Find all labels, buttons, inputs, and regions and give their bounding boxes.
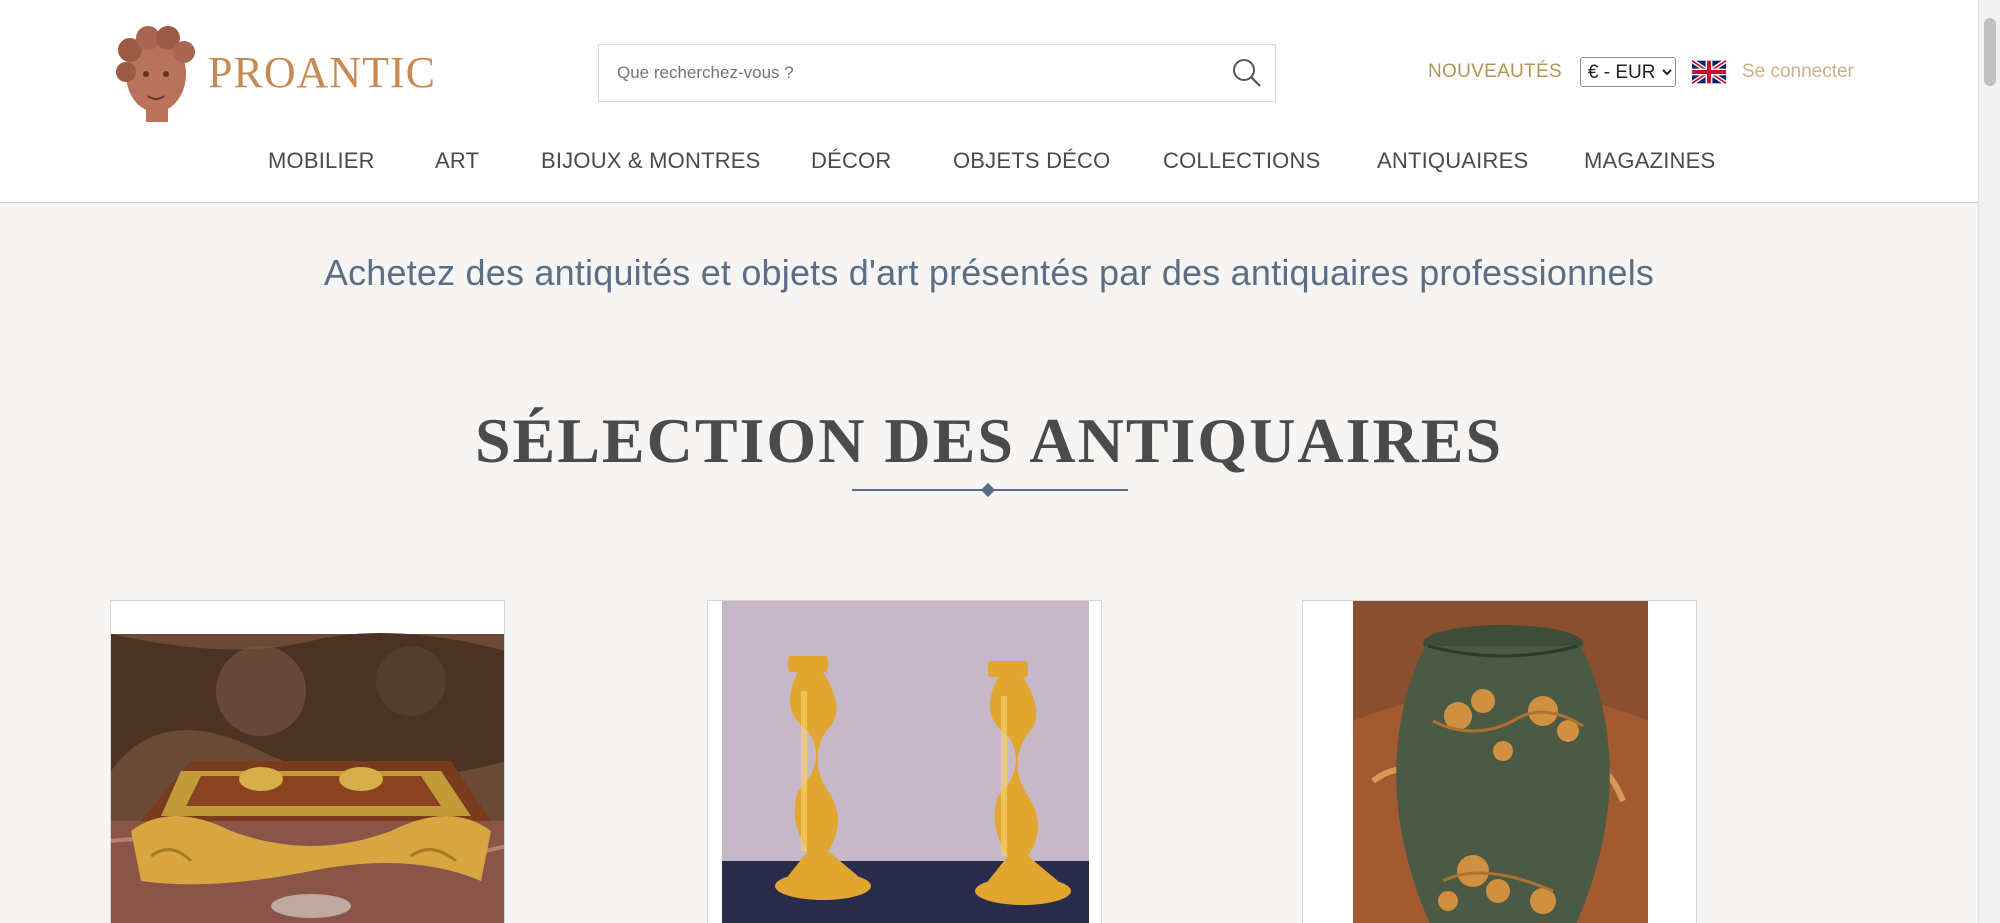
nav-item-objets-deco[interactable]: OBJETS DÉCO (953, 148, 1110, 174)
vase-product-image (1303, 601, 1696, 923)
page-tagline: Achetez des antiquités et objets d'art p… (323, 252, 1655, 293)
section-title: SÉLECTION DES ANTIQUAIRES (474, 405, 1504, 476)
candlesticks-product-image (708, 601, 1101, 923)
logo-bust-icon (108, 22, 204, 122)
scrollbar-thumb[interactable] (1984, 18, 1996, 86)
currency-select[interactable]: € - EUR (1579, 57, 1676, 87)
vertical-scrollbar[interactable] (1978, 0, 2000, 923)
nav-item-bijoux-montres[interactable]: BIJOUX & MONTRES (541, 148, 761, 174)
nav-item-art[interactable]: ART (435, 148, 479, 174)
title-diamond-ornament (980, 482, 996, 498)
product-card-vase[interactable] (1302, 600, 1697, 923)
nav-item-decor[interactable]: DÉCOR (811, 148, 891, 174)
header-utilities: NOUVEAUTÉS € - EUR Se connecter (1428, 56, 1854, 88)
uk-flag-icon[interactable] (1691, 60, 1726, 84)
site-logo[interactable]: PROANTIC (108, 22, 456, 122)
nav-item-collections[interactable]: COLLECTIONS (1163, 148, 1320, 174)
site-header: PROANTIC NOUVEAUTÉS € - EUR Se connecter… (0, 0, 1978, 203)
search-input[interactable] (599, 45, 1219, 101)
nav-item-antiquaires[interactable]: ANTIQUAIRES (1377, 148, 1528, 174)
product-card-inkstand[interactable] (110, 600, 505, 923)
product-card-candlesticks[interactable] (707, 600, 1102, 923)
nouveautes-link[interactable]: NOUVEAUTÉS (1428, 61, 1562, 83)
nav-item-mobilier[interactable]: MOBILIER (268, 148, 375, 174)
main-nav: MOBILIER ART BIJOUX & MONTRES DÉCOR OBJE… (108, 124, 1850, 202)
search-icon (1233, 59, 1261, 87)
logo-text: PROANTIC (208, 47, 437, 97)
nav-item-magazines[interactable]: MAGAZINES (1584, 148, 1715, 174)
login-link[interactable]: Se connecter (1742, 61, 1854, 83)
inkstand-product-image (111, 601, 504, 923)
search-bar (598, 44, 1276, 102)
search-button[interactable] (1219, 45, 1275, 101)
